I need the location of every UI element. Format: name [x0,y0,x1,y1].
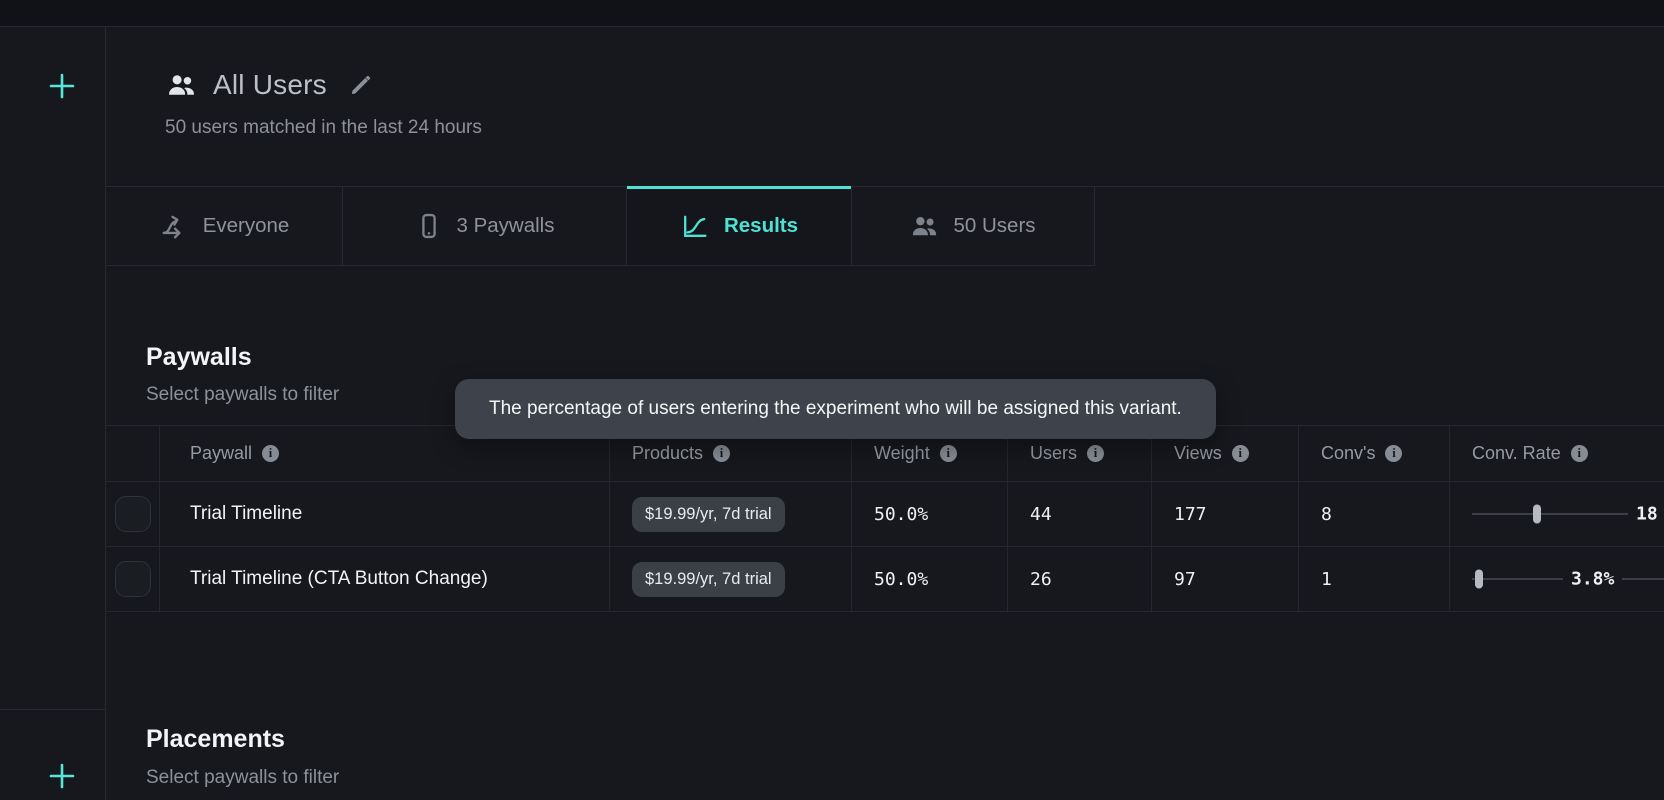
column-label: Paywall [190,443,252,464]
convs-cell: 1 [1299,547,1450,612]
tab-label: Results [724,214,798,238]
info-icon[interactable]: i [1087,445,1104,462]
rail-divider [0,709,105,710]
paywalls-section-subtitle: Select paywalls to filter [146,384,339,406]
column-label: Views [1174,443,1222,464]
audience-title-row: All Users [166,66,372,104]
product-badge: $19.99/yr, 7d trial [632,497,785,532]
pencil-icon [349,74,372,97]
product-badge: $19.99/yr, 7d trial [632,562,785,597]
people-icon [910,212,939,241]
conv-rate-value: 3.8% [1563,569,1622,590]
main-panel: All Users 50 users matched in the last 2… [106,27,1664,800]
edit-audience-button[interactable] [349,74,372,97]
column-label: Conv. Rate [1472,443,1561,464]
table-row-cell [106,482,160,547]
paywalls-table: Paywall i Products i Weight i Users i Vi… [106,425,1664,612]
plus-icon [47,71,77,101]
tab-strip: Everyone 3 Paywalls Results [106,186,1664,266]
tab-users[interactable]: 50 Users [852,187,1095,265]
table-header-select [106,426,160,482]
products-cell: $19.99/yr, 7d trial [610,482,852,547]
conv-rate-value: 18 [1628,504,1664,525]
users-cell: 26 [1008,547,1152,612]
app-shell: All Users 50 users matched in the last 2… [0,0,1664,800]
column-label: Products [632,443,703,464]
table-header-conv-rate: Conv. Rate i [1450,426,1664,482]
add-audience-button[interactable] [47,71,77,101]
column-label: Weight [874,443,930,464]
split-arrow-icon [159,211,189,241]
tab-label: 3 Paywalls [457,214,555,238]
info-icon[interactable]: i [1232,445,1249,462]
top-bar [0,0,1664,27]
add-audience-button-bottom[interactable] [47,761,77,791]
phone-icon [415,212,443,240]
left-rail [0,27,106,800]
views-cell: 97 [1152,547,1299,612]
placements-section-title: Placements [146,725,285,754]
conv-rate-cell: 18 [1450,482,1664,547]
conv-rate-cell: 3.8% [1450,547,1664,612]
tab-results[interactable]: Results [627,187,852,265]
chart-curve-icon [680,211,710,241]
info-icon[interactable]: i [1385,445,1402,462]
info-icon[interactable]: i [262,445,279,462]
paywalls-section-title: Paywalls [146,343,252,372]
paywall-name-cell: Trial Timeline (CTA Button Change) [160,547,610,612]
placements-section-subtitle: Select paywalls to filter [146,767,339,789]
table-row-cell [106,547,160,612]
conv-rate-thumb[interactable] [1475,570,1483,589]
audience-match-summary: 50 users matched in the last 24 hours [165,117,482,139]
weight-cell: 50.0% [852,547,1008,612]
tabs-group: Everyone 3 Paywalls Results [106,187,1095,266]
tab-label: Everyone [203,214,290,238]
paywall-name-cell: Trial Timeline [160,482,610,547]
column-label: Users [1030,443,1077,464]
row-checkbox[interactable] [115,561,151,597]
row-checkbox[interactable] [115,496,151,532]
info-icon[interactable]: i [713,445,730,462]
people-icon [166,70,197,101]
weight-tooltip: The percentage of users entering the exp… [455,379,1216,439]
views-cell: 177 [1152,482,1299,547]
info-icon[interactable]: i [940,445,957,462]
weight-cell: 50.0% [852,482,1008,547]
plus-icon [47,761,77,791]
tab-label: 50 Users [953,214,1035,238]
info-icon[interactable]: i [1571,445,1588,462]
products-cell: $19.99/yr, 7d trial [610,547,852,612]
convs-cell: 8 [1299,482,1450,547]
column-label: Conv's [1321,443,1375,464]
tab-paywalls[interactable]: 3 Paywalls [343,187,627,265]
tab-everyone[interactable]: Everyone [106,187,343,265]
users-cell: 44 [1008,482,1152,547]
conv-rate-thumb[interactable] [1533,505,1541,524]
page-title: All Users [213,69,327,101]
table-header-convs: Conv's i [1299,426,1450,482]
